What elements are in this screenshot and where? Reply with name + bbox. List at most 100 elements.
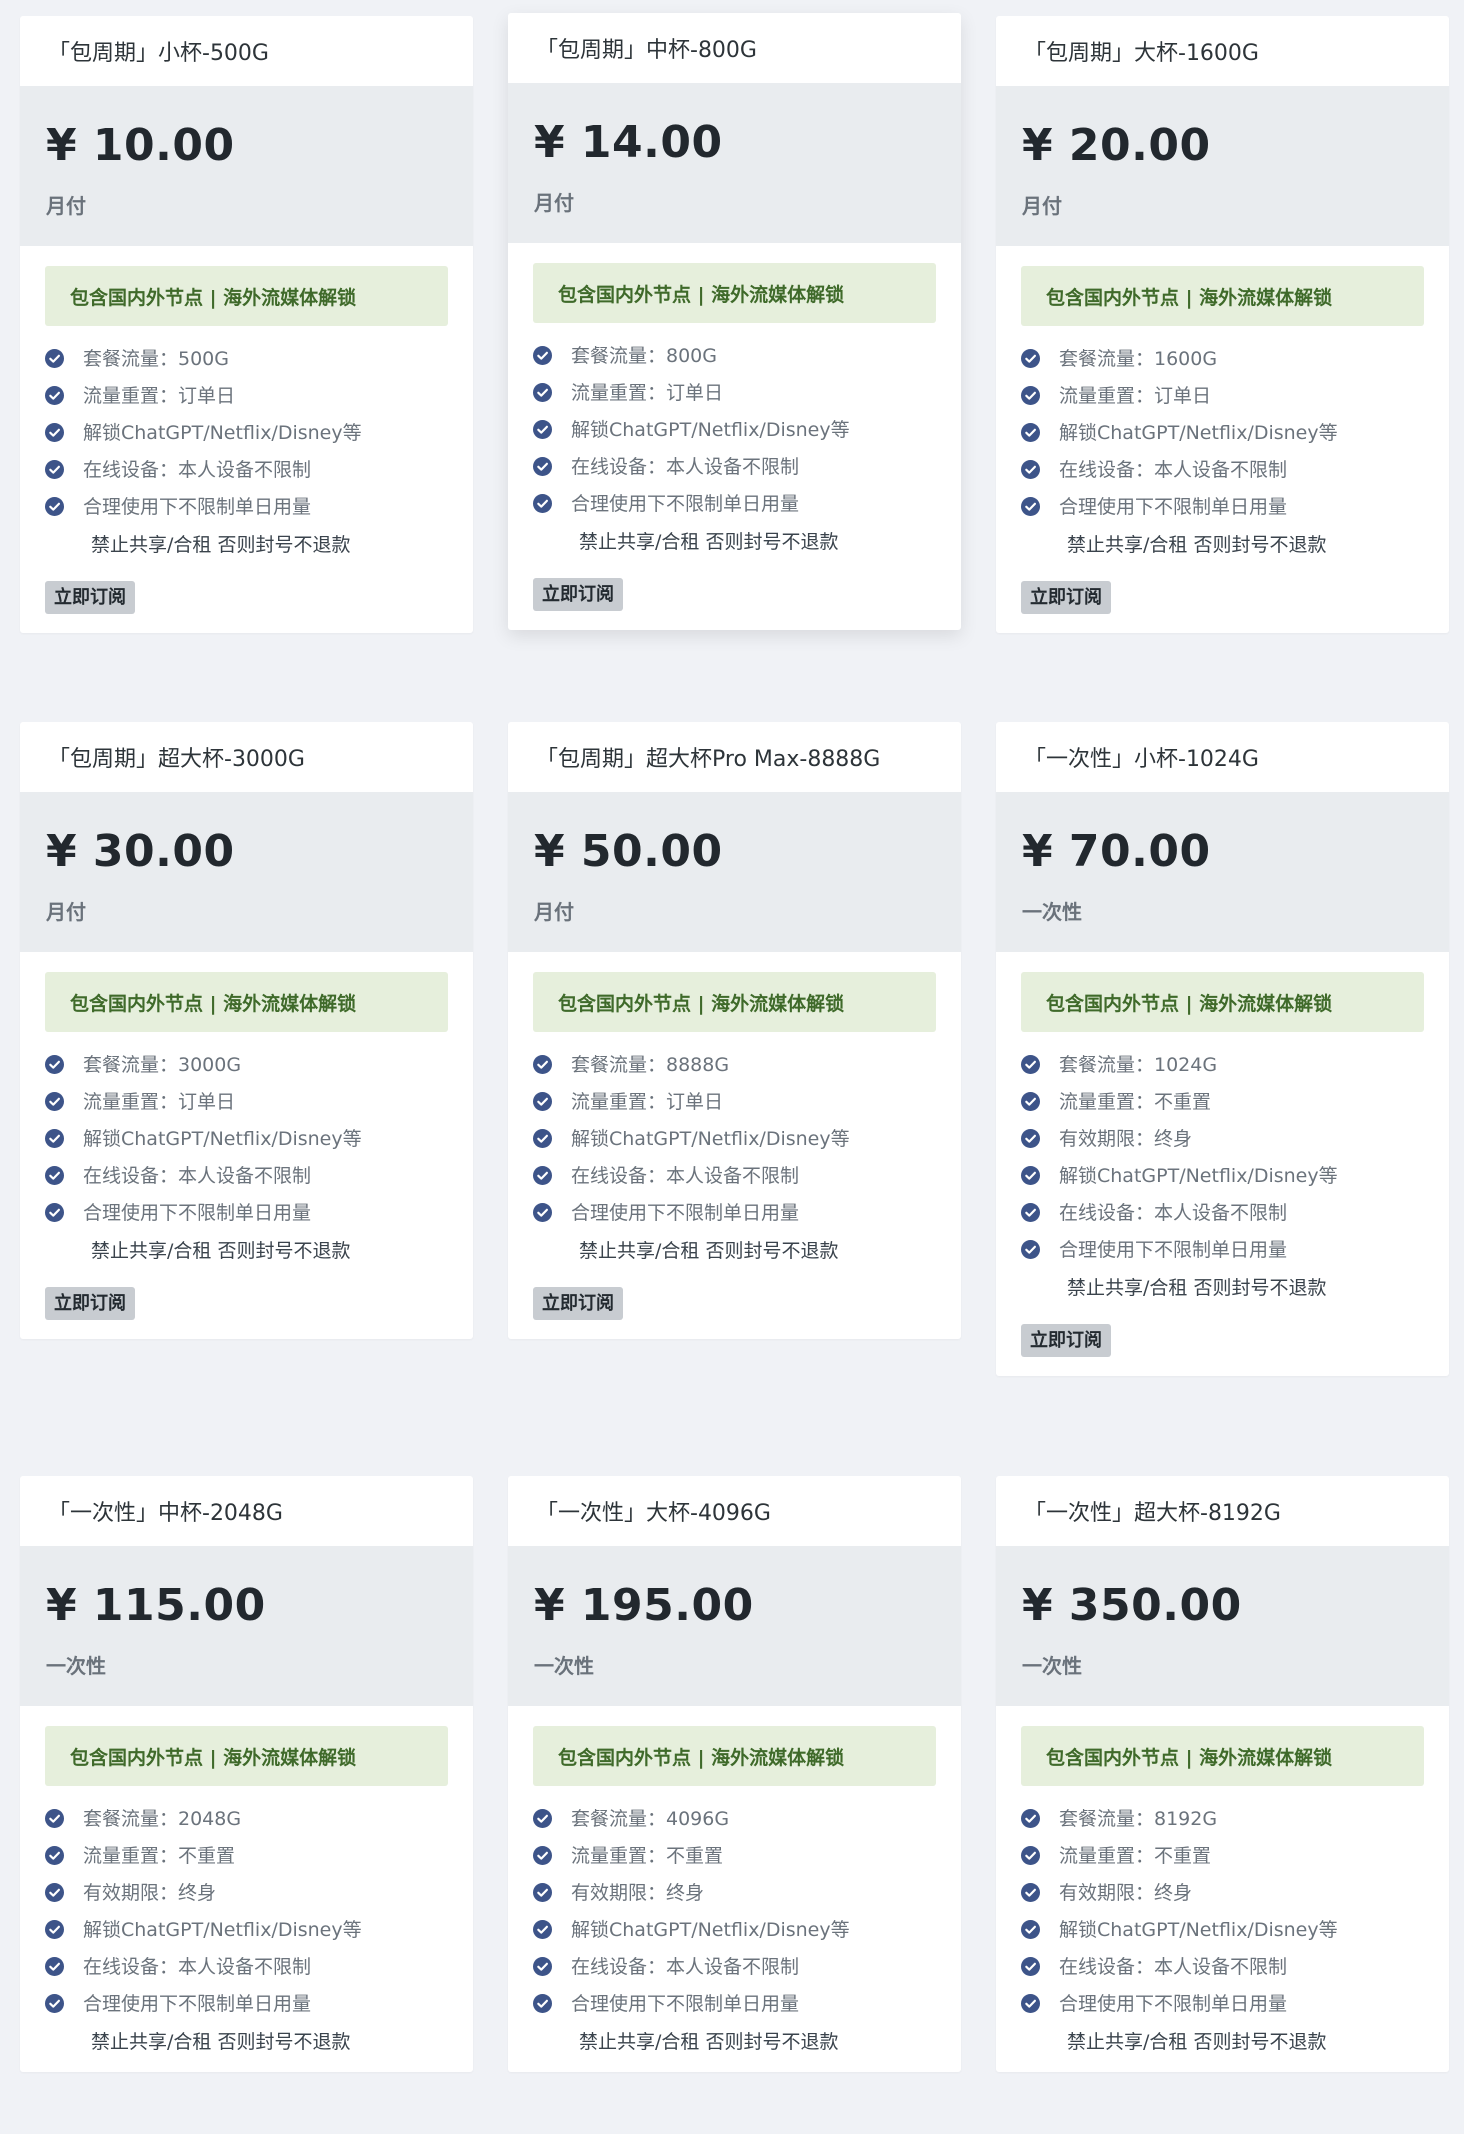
price-block: ¥ 350.00 一次性 — [996, 1546, 1449, 1706]
plan-body: 包含国内外节点 | 海外流媒体解锁 套餐流量：2048G 流量重置：不重置 有效… — [20, 1706, 473, 2072]
feature-list: 套餐流量：1600G 流量重置：订单日 解锁ChatGPT/Netflix/Di… — [1021, 348, 1424, 556]
check-circle-icon — [1021, 1092, 1040, 1111]
check-circle-icon — [1021, 1203, 1040, 1222]
feature-text: 在线设备：本人设备不限制 — [83, 1956, 312, 1978]
plan-body: 包含国内外节点 | 海外流媒体解锁 套餐流量：1024G 流量重置：不重置 有效… — [996, 952, 1449, 1376]
plan-title: 「一次性」中杯-2048G — [48, 1501, 283, 1526]
plan-body: 包含国内外节点 | 海外流媒体解锁 套餐流量：800G 流量重置：订单日 解锁C… — [508, 243, 961, 630]
feature-text: 套餐流量：2048G — [83, 1808, 242, 1830]
feature-item: 解锁ChatGPT/Netflix/Disney等 — [1021, 422, 1424, 444]
feature-text: 有效期限：终身 — [1059, 1882, 1193, 1904]
plan-price: ¥ 30.00 — [46, 826, 235, 877]
plan-title: 「包周期」小杯-500G — [48, 41, 269, 66]
feature-list: 套餐流量：1024G 流量重置：不重置 有效期限：终身 解锁ChatGPT/Ne… — [1021, 1054, 1424, 1299]
check-circle-icon — [533, 1920, 552, 1939]
feature-text: 解锁ChatGPT/Netflix/Disney等 — [83, 1919, 362, 1941]
feature-text: 有效期限：终身 — [1059, 1128, 1193, 1150]
check-circle-icon — [1021, 460, 1040, 479]
feature-text: 在线设备：本人设备不限制 — [571, 1165, 800, 1187]
billing-period: 月付 — [46, 900, 86, 924]
billing-period: 月付 — [534, 191, 574, 215]
feature-item: 合理使用下不限制单日用量 禁止共享/合租 否则封号不退款 — [45, 1202, 448, 1262]
check-circle-icon — [533, 1994, 552, 2013]
check-circle-icon — [533, 1957, 552, 1976]
plan-body: 包含国内外节点 | 海外流媒体解锁 套餐流量：4096G 流量重置：不重置 有效… — [508, 1706, 961, 2072]
feature-text: 套餐流量：800G — [571, 345, 717, 367]
feature-text-multiline: 合理使用下不限制单日用量 禁止共享/合租 否则封号不退款 — [1059, 1239, 1326, 1299]
price-block: ¥ 14.00 月付 — [508, 83, 961, 243]
check-circle-icon — [533, 494, 552, 513]
feature-text: 合理使用下不限制单日用量 — [571, 493, 800, 515]
check-circle-icon — [533, 1055, 552, 1074]
plan-body: 包含国内外节点 | 海外流媒体解锁 套餐流量：8192G 流量重置：不重置 有效… — [996, 1706, 1449, 2072]
feature-item: 流量重置：不重置 — [1021, 1845, 1424, 1867]
feature-text: 合理使用下不限制单日用量 — [83, 1993, 312, 2015]
plan-card: 「包周期」小杯-500G ¥ 10.00 月付 包含国内外节点 | 海外流媒体解… — [20, 16, 473, 633]
plan-body: 包含国内外节点 | 海外流媒体解锁 套餐流量：500G 流量重置：订单日 解锁C… — [20, 246, 473, 633]
feature-item: 解锁ChatGPT/Netflix/Disney等 — [45, 422, 448, 444]
subscribe-button[interactable]: 立即订阅 — [1021, 581, 1111, 614]
feature-subtext: 禁止共享/合租 否则封号不退款 — [579, 531, 839, 553]
feature-text-multiline: 合理使用下不限制单日用量 禁止共享/合租 否则封号不退款 — [1059, 1993, 1326, 2053]
feature-list: 套餐流量：3000G 流量重置：订单日 解锁ChatGPT/Netflix/Di… — [45, 1054, 448, 1262]
feature-item: 流量重置：订单日 — [1021, 385, 1424, 407]
check-circle-icon — [45, 497, 64, 516]
feature-text: 解锁ChatGPT/Netflix/Disney等 — [83, 1128, 362, 1150]
feature-list: 套餐流量：4096G 流量重置：不重置 有效期限：终身 解锁ChatGPT/Ne… — [533, 1808, 936, 2053]
feature-text: 解锁ChatGPT/Netflix/Disney等 — [1059, 1165, 1338, 1187]
feature-text-multiline: 合理使用下不限制单日用量禁止共享/合租 否则封号不退款 — [83, 1993, 350, 2053]
plan-title: 「包周期」大杯-1600G — [1024, 41, 1259, 66]
check-circle-icon — [533, 1092, 552, 1111]
plan-price: ¥ 350.00 — [1022, 1580, 1242, 1631]
feature-text-multiline: 合理使用下不限制单日用量 禁止共享/合租 否则封号不退款 — [571, 1993, 838, 2053]
check-circle-icon — [1021, 1994, 1040, 2013]
billing-period: 月付 — [1022, 194, 1062, 218]
feature-item: 在线设备：本人设备不限制 — [533, 1956, 936, 1978]
feature-banner: 包含国内外节点 | 海外流媒体解锁 — [1021, 266, 1424, 326]
billing-period: 一次性 — [46, 1654, 106, 1678]
feature-item: 解锁ChatGPT/Netflix/Disney等 — [1021, 1165, 1424, 1187]
feature-text-multiline: 合理使用下不限制单日用量 禁止共享/合租 否则封号不退款 — [83, 496, 350, 556]
check-circle-icon — [45, 1055, 64, 1074]
feature-item: 套餐流量：1024G — [1021, 1054, 1424, 1076]
feature-item: 在线设备：本人设备不限制 — [45, 1956, 448, 1978]
feature-item: 套餐流量：4096G — [533, 1808, 936, 1830]
check-circle-icon — [45, 1846, 64, 1865]
feature-item: 套餐流量：3000G — [45, 1054, 448, 1076]
feature-item: 合理使用下不限制单日用量 禁止共享/合租 否则封号不退款 — [1021, 1993, 1424, 2053]
check-circle-icon — [1021, 1846, 1040, 1865]
feature-item: 在线设备：本人设备不限制 — [45, 459, 448, 481]
feature-item: 解锁ChatGPT/Netflix/Disney等 — [533, 419, 936, 441]
feature-text: 合理使用下不限制单日用量 — [1059, 1993, 1288, 2015]
feature-text: 在线设备：本人设备不限制 — [1059, 1202, 1288, 1224]
check-circle-icon — [45, 1883, 64, 1902]
feature-item: 合理使用下不限制单日用量 禁止共享/合租 否则封号不退款 — [1021, 496, 1424, 556]
price-block: ¥ 70.00 一次性 — [996, 792, 1449, 952]
feature-text: 套餐流量：500G — [83, 348, 229, 370]
check-circle-icon — [1021, 386, 1040, 405]
plan-card: 「包周期」超大杯-3000G ¥ 30.00 月付 包含国内外节点 | 海外流媒… — [20, 722, 473, 1339]
plan-body: 包含国内外节点 | 海外流媒体解锁 套餐流量：3000G 流量重置：订单日 解锁… — [20, 952, 473, 1339]
feature-text: 解锁ChatGPT/Netflix/Disney等 — [571, 1919, 850, 1941]
subscribe-button[interactable]: 立即订阅 — [45, 1287, 135, 1320]
feature-text-multiline: 合理使用下不限制单日用量 禁止共享/合租 否则封号不退款 — [571, 1202, 838, 1262]
feature-item: 套餐流量：8192G — [1021, 1808, 1424, 1830]
plan-price: ¥ 20.00 — [1022, 120, 1211, 171]
feature-item: 在线设备：本人设备不限制 — [533, 456, 936, 478]
feature-subtext: 禁止共享/合租 否则封号不退款 — [91, 2031, 351, 2053]
subscribe-button[interactable]: 立即订阅 — [1021, 1324, 1111, 1357]
feature-item: 解锁ChatGPT/Netflix/Disney等 — [45, 1919, 448, 1941]
subscribe-button[interactable]: 立即订阅 — [45, 581, 135, 614]
subscribe-button[interactable]: 立即订阅 — [533, 578, 623, 611]
check-circle-icon — [1021, 1957, 1040, 1976]
check-circle-icon — [533, 383, 552, 402]
check-circle-icon — [45, 460, 64, 479]
plan-price: ¥ 10.00 — [46, 120, 235, 171]
subscribe-button[interactable]: 立即订阅 — [533, 1287, 623, 1320]
feature-text: 流量重置：不重置 — [1059, 1845, 1212, 1867]
feature-list: 套餐流量：800G 流量重置：订单日 解锁ChatGPT/Netflix/Dis… — [533, 345, 936, 553]
billing-period: 月付 — [534, 900, 574, 924]
feature-item: 有效期限：终身 — [1021, 1128, 1424, 1150]
feature-item: 合理使用下不限制单日用量 禁止共享/合租 否则封号不退款 — [533, 1202, 936, 1262]
plan-card: 「包周期」中杯-800G ¥ 14.00 月付 包含国内外节点 | 海外流媒体解… — [508, 13, 961, 630]
